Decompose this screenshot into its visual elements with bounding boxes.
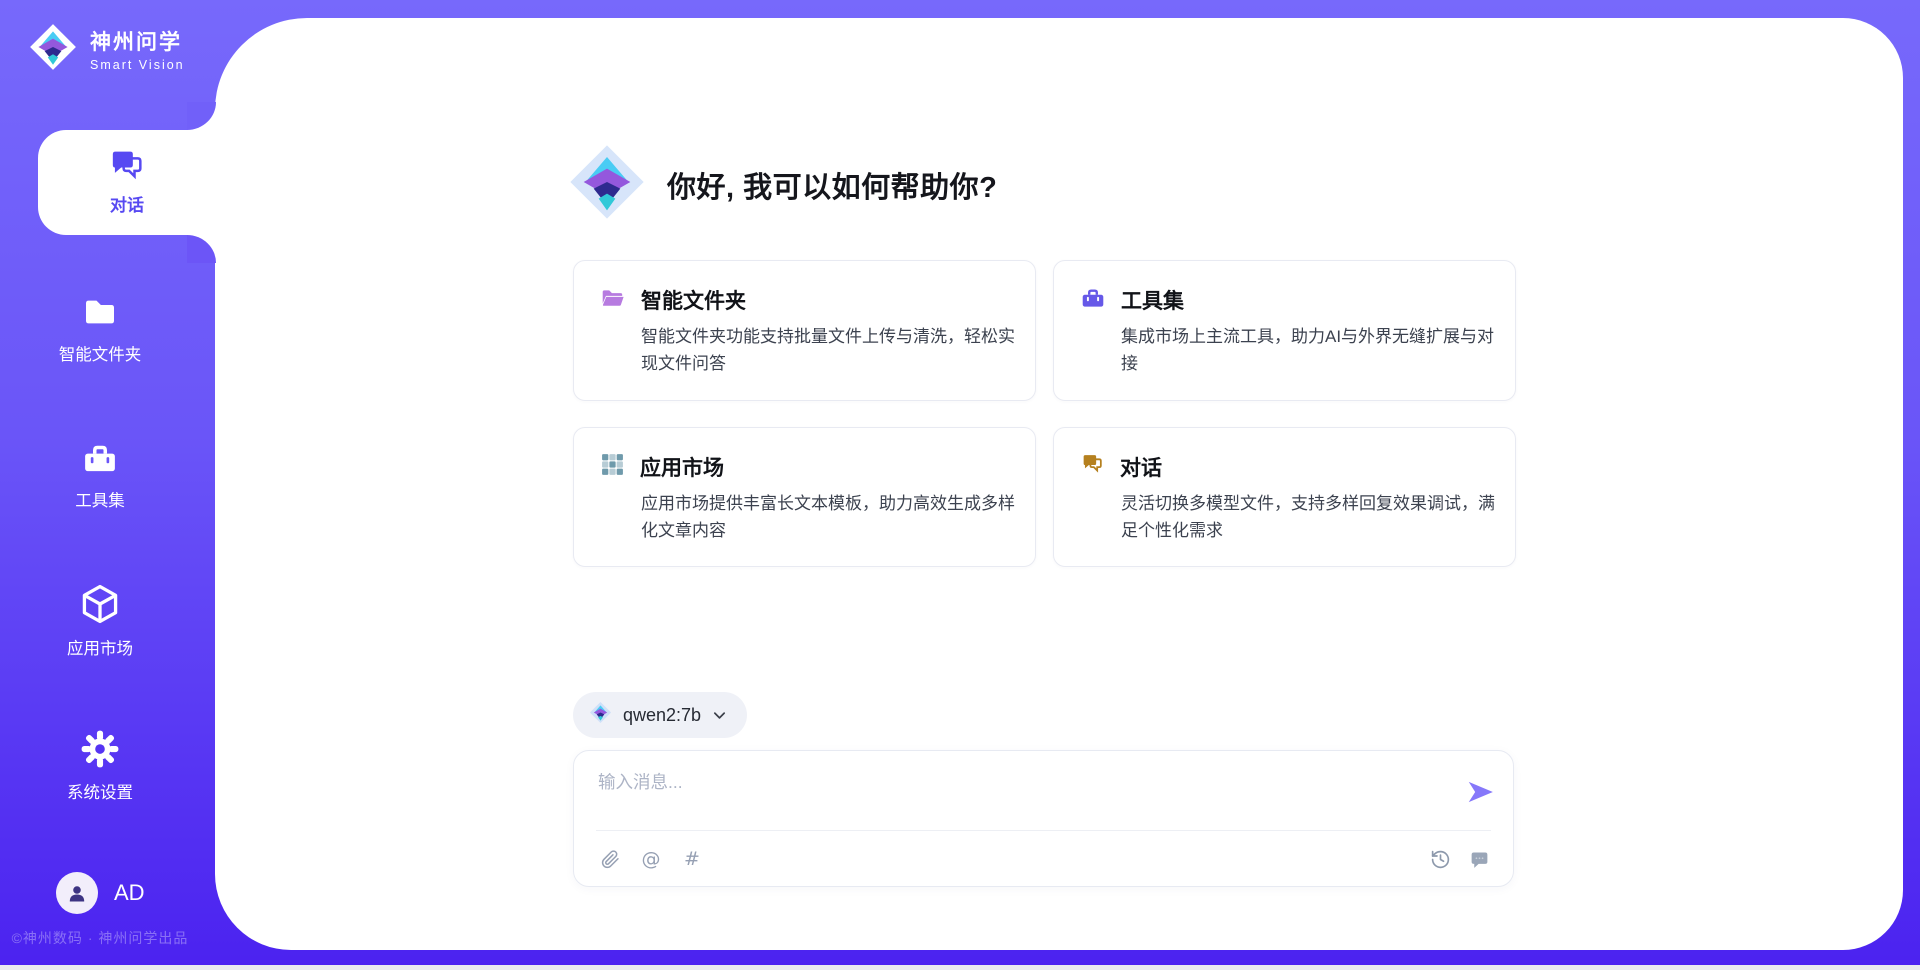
- sidebar: 神州问学 Smart Vision 对话 智能文件夹: [0, 0, 215, 970]
- user-profile[interactable]: AD: [56, 872, 145, 914]
- mention-icon[interactable]: @: [639, 847, 663, 871]
- brand-diamond-icon: [589, 701, 612, 729]
- model-selector[interactable]: qwen2:7b: [573, 692, 747, 738]
- active-tab-fillet-top: [187, 102, 216, 130]
- user-initials: AD: [114, 880, 145, 906]
- sidebar-footer: ©神州数码 · 神州问学出品: [0, 928, 200, 948]
- active-tab-fillet-bottom: [187, 235, 216, 263]
- folder-icon: [79, 292, 121, 332]
- grid-icon: [600, 452, 625, 482]
- sidebar-item-label: 对话: [38, 191, 216, 216]
- content: 你好, 我可以如何帮助你? 智能文件夹 智能文件夹功能支持批量文件上传与清洗，轻…: [573, 0, 1516, 932]
- card-title: 工具集: [1121, 285, 1184, 315]
- card-chat[interactable]: 对话 灵活切换多模型文件，支持多样回复效果调试，满足个性化需求: [1053, 427, 1516, 568]
- greeting: 你好, 我可以如何帮助你?: [567, 142, 997, 227]
- toolbox-icon: [1080, 286, 1106, 315]
- brand-subtitle: Smart Vision: [90, 58, 185, 72]
- brand-diamond-icon: [567, 142, 647, 227]
- card-title: 应用市场: [640, 452, 724, 482]
- screen-bottom-edge: [0, 965, 1920, 970]
- card-toolbox[interactable]: 工具集 集成市场上主流工具，助力AI与外界无缝扩展与对接: [1053, 260, 1516, 401]
- message-composer: @ #: [573, 750, 1514, 887]
- card-smart-folder[interactable]: 智能文件夹 智能文件夹功能支持批量文件上传与清洗，轻松实现文件问答: [573, 260, 1036, 401]
- card-title: 智能文件夹: [641, 285, 746, 315]
- model-name: qwen2:7b: [623, 705, 701, 726]
- card-description: 集成市场上主流工具，助力AI与外界无缝扩展与对接: [1121, 324, 1503, 378]
- sidebar-item-toolbox[interactable]: 工具集: [0, 438, 200, 511]
- card-description: 应用市场提供丰富长文本模板，助力高效生成多样化文章内容: [641, 491, 1023, 545]
- sidebar-item-settings[interactable]: 系统设置: [0, 728, 200, 803]
- topic-icon[interactable]: #: [680, 847, 704, 871]
- composer-tools-left: @ #: [598, 847, 704, 871]
- history-icon[interactable]: [1428, 847, 1452, 871]
- card-app-market[interactable]: 应用市场 应用市场提供丰富长文本模板，助力高效生成多样化文章内容: [573, 427, 1036, 568]
- send-icon[interactable]: [1465, 777, 1495, 807]
- sidebar-item-chat[interactable]: 对话: [38, 130, 216, 235]
- sidebar-item-label: 智能文件夹: [0, 341, 200, 365]
- brand: 神州问学 Smart Vision: [28, 22, 215, 77]
- toolbox-icon: [79, 438, 121, 478]
- sidebar-item-smart-folder[interactable]: 智能文件夹: [0, 292, 200, 365]
- chat-bubbles-icon: [107, 145, 147, 185]
- paperclip-icon[interactable]: [598, 847, 622, 871]
- composer-tools-right: [1428, 847, 1491, 871]
- gear-icon: [79, 728, 121, 770]
- chat-bubbles-icon: [1080, 452, 1105, 481]
- cube-icon: [78, 582, 122, 626]
- sidebar-item-label: 工具集: [0, 487, 200, 511]
- card-title: 对话: [1120, 452, 1162, 482]
- folder-open-icon: [600, 286, 626, 315]
- chat-bubble-icon[interactable]: [1467, 847, 1491, 871]
- message-input[interactable]: [598, 769, 1418, 821]
- brand-name: 神州问学: [90, 31, 182, 54]
- brand-text: 神州问学 Smart Vision: [90, 26, 215, 74]
- brand-diamond-icon: [28, 22, 78, 77]
- avatar: [56, 872, 98, 914]
- feature-cards: 智能文件夹 智能文件夹功能支持批量文件上传与清洗，轻松实现文件问答 工具集 集成…: [573, 260, 1516, 567]
- composer-divider: [596, 830, 1491, 831]
- sidebar-item-label: 应用市场: [0, 635, 200, 659]
- card-description: 灵活切换多模型文件，支持多样回复效果调试，满足个性化需求: [1121, 491, 1503, 545]
- person-icon: [65, 881, 89, 905]
- greeting-title: 你好, 我可以如何帮助你?: [667, 164, 997, 206]
- chevron-down-icon: [712, 708, 727, 723]
- sidebar-item-app-market[interactable]: 应用市场: [0, 582, 200, 659]
- sidebar-item-label: 系统设置: [0, 779, 200, 803]
- card-description: 智能文件夹功能支持批量文件上传与清洗，轻松实现文件问答: [641, 324, 1023, 378]
